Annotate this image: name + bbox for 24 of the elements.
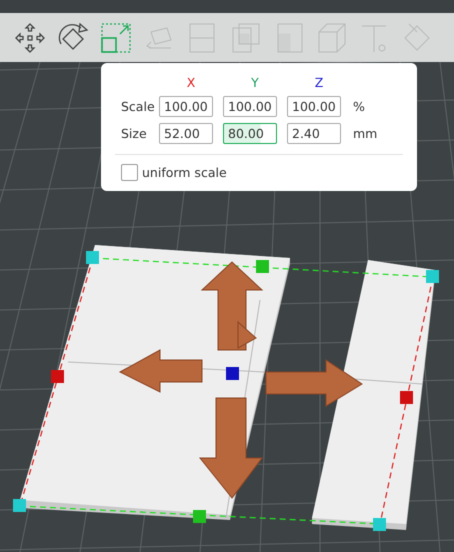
- row-label: Scale: [120, 99, 156, 114]
- handle-cube[interactable]: [373, 518, 386, 531]
- input-field[interactable]: 100.00: [223, 96, 277, 117]
- input-field[interactable]: 2.40: [287, 123, 341, 144]
- input-field[interactable]: 100.00: [287, 96, 341, 117]
- axis-label: Z: [314, 75, 324, 90]
- handle-cube[interactable]: [256, 260, 269, 273]
- unit-label: mm: [352, 126, 378, 141]
- handle-cube[interactable]: [226, 367, 239, 380]
- checkbox[interactable]: [121, 164, 138, 181]
- checkbox-label[interactable]: uniform scale: [142, 165, 227, 180]
- handle-cube[interactable]: [193, 510, 206, 523]
- unit-label: %: [352, 99, 366, 114]
- input-field[interactable]: 80.00: [223, 123, 277, 144]
- axis-label: X: [186, 75, 196, 90]
- handle-cube[interactable]: [13, 499, 26, 512]
- input-field[interactable]: 100.00: [159, 96, 213, 117]
- handle-cube[interactable]: [400, 391, 413, 404]
- axis-label: Y: [250, 75, 260, 90]
- row-label: Size: [120, 126, 148, 141]
- handle-cube[interactable]: [86, 251, 99, 264]
- handle-cube[interactable]: [426, 270, 439, 283]
- input-field[interactable]: 52.00: [159, 123, 213, 144]
- handle-cube[interactable]: [51, 370, 64, 383]
